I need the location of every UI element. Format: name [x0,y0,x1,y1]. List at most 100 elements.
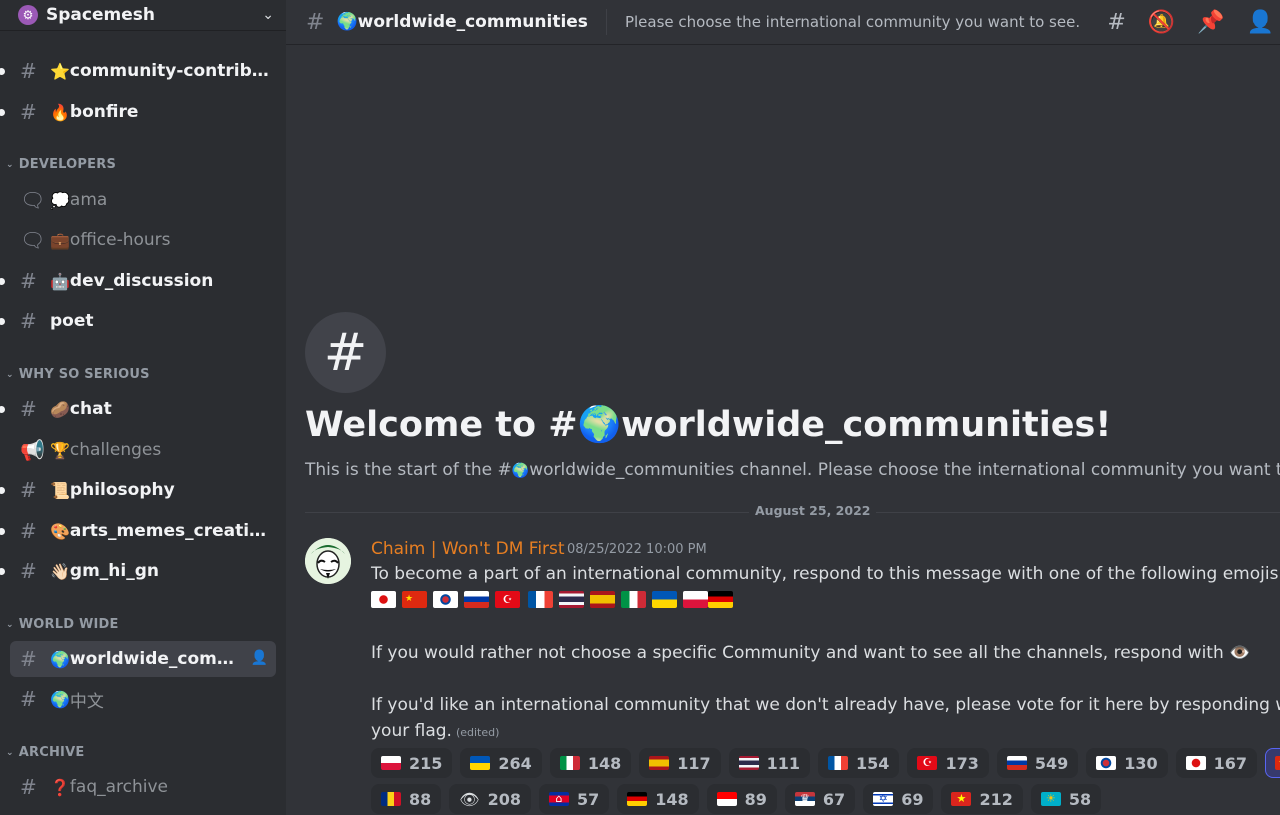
reaction-flag-ukraine[interactable]: 264 [460,748,542,778]
channel-ama[interactable]: 🗨 💭 ama [10,182,276,218]
scroll-emoji: 📜 [50,480,70,500]
text-channel-icon: # [20,309,37,333]
chevron-down-icon: ⌄ [6,369,14,380]
channel-hash-icon: # [305,312,386,393]
reaction-count: 117 [677,753,711,773]
server-header[interactable]: ⚙ Spacemesh ⌄ [0,0,286,30]
avatar[interactable] [305,538,351,584]
reaction-flag-italy[interactable]: 148 [549,748,632,778]
message-line: your flag. (edited) [371,721,499,741]
flag-china-icon: ★ [402,591,427,608]
server-icon: ⚙ [18,5,38,25]
reaction-flag-cambodia[interactable]: ⌂ 57 [538,784,610,814]
message-line: If you would rather not choose a specifi… [371,643,1250,663]
channel-name: poet [50,311,94,331]
flag-russia-icon [1006,756,1027,770]
fire-emoji: 🔥 [50,102,70,122]
reaction-count: 154 [856,753,890,773]
reaction-flag-china[interactable]: ★1816 [1265,748,1280,778]
flag-spain-icon [649,756,670,770]
text-channel-icon: # [306,9,325,35]
reaction-flag-poland[interactable]: 215 [371,748,453,778]
message-line: To become a part of an international com… [371,564,1280,584]
welcome-title-suffix: worldwide_communities! [621,405,1112,445]
chevron-down-icon: ⌄ [262,7,274,23]
chevron-down-icon: ⌄ [6,619,14,630]
pin-icon[interactable]: 📌 [1197,10,1224,35]
text-channel-icon: # [20,478,37,502]
flag-south-korea-icon [433,591,458,608]
reaction-flag-indonesia[interactable]: 89 [706,784,777,814]
flag-germany-icon [708,591,733,608]
channel-name: dev_discussion [69,271,214,291]
flag-ukraine-icon [652,591,677,608]
announcement-channel-icon: 📢 [20,438,45,462]
reaction-flag-france[interactable]: 154 [818,748,900,778]
reaction-flag-germany[interactable]: 148 [617,784,699,814]
eye-icon: 👁 [459,789,480,809]
reaction-flag-japan[interactable]: 167 [1175,748,1258,778]
channel-philosophy[interactable]: # 📜 philosophy [0,472,276,508]
reaction-flag-israel[interactable]: ✡ 69 [863,784,934,814]
reaction-bar: 215 264 148 117 111 154 ☪ 173 549 130 167… [371,748,1280,778]
category-developers[interactable]: ⌄ DEVELOPERS [6,157,116,172]
potato-emoji: 🥔 [50,399,70,419]
channel-gm-hi-gn[interactable]: # 👋🏻 gm_hi_gn [0,553,276,589]
reaction-eye[interactable]: 👁 208 [449,784,531,814]
member-list-icon[interactable]: 👤 [1247,10,1274,35]
text-channel-icon: # [20,559,37,583]
reaction-flag-spain[interactable]: 117 [639,748,721,778]
flag-thailand-icon [738,756,759,770]
threads-icon[interactable]: # [1107,10,1125,35]
waving-hand-emoji: 👋🏻 [50,561,70,581]
category-label: WORLD WIDE [18,617,119,632]
reaction-flag-turkey[interactable]: ☪ 173 [907,748,989,778]
reaction-count: 148 [587,753,622,773]
channel-chinese[interactable]: # 🌍 中文 [10,681,276,717]
channel-challenges[interactable]: 📢 🏆 challenges [10,432,276,468]
text-channel-icon: # [20,59,37,83]
channel-bonfire[interactable]: # 🔥 bonfire [0,94,276,130]
message-area: # Welcome to #🌍worldwide_communities! Th… [286,44,1280,815]
flag-spain-icon [590,591,615,608]
channel-name: gm_hi_gn [69,561,160,581]
channel-community-contributions[interactable]: # ⭐ community-contributi… [0,53,276,89]
message-timestamp[interactable]: 08/25/2022 10:00 PM [567,542,707,557]
reaction-flag-thailand[interactable]: 111 [728,748,811,778]
channel-poet[interactable]: # poet [0,303,276,339]
welcome-description: This is the start of the #🌍worldwide_com… [305,460,1280,480]
reaction-flag-vietnam[interactable]: ★ 212 [941,784,1023,814]
flag-indonesia-icon [716,792,737,806]
text-channel-icon: # [20,397,37,421]
category-world-wide[interactable]: ⌄ WORLD WIDE [6,617,119,632]
channel-dev-discussion[interactable]: # 🤖 dev_discussion [0,263,276,299]
category-why-so-serious[interactable]: ⌄ WHY SO SERIOUS [6,367,150,382]
channel-office-hours[interactable]: 🗨 💼 office-hours [10,222,276,258]
channel-name: chat [69,399,112,419]
add-user-icon[interactable]: 👤 [251,650,268,666]
reaction-flag-kazakhstan[interactable]: ☀ 58 [1030,784,1102,814]
reaction-flag-south-korea[interactable]: 130 [1086,748,1168,778]
reaction-count: 69 [901,789,924,809]
flag-thailand-icon [559,591,584,608]
text-channel-icon: # [20,100,37,124]
globe-emoji: 🌍 [50,649,70,669]
reaction-flag-serbia[interactable]: ♛ 67 [784,784,856,814]
channel-arts-memes-creations[interactable]: # 🎨 arts_memes_creations [0,513,276,549]
reaction-bar: 88 👁 208 ⌂ 57 148 89 ♛ 67 ✡ 69 ★ 212 ☀ 58 [371,784,1109,814]
unread-indicator [0,318,5,325]
reaction-flag-romania[interactable]: 88 [371,784,442,814]
eye-emoji: 👁️ [1229,643,1251,663]
reaction-flag-russia[interactable]: 549 [996,748,1079,778]
notification-muted-icon[interactable]: 🔕 [1148,10,1175,35]
channel-topic[interactable]: Please choose the international communit… [625,13,1107,31]
channel-chat[interactable]: # 🥔 chat [0,391,276,427]
channel-faq-archive[interactable]: # ❓ faq_archive [10,769,276,805]
channel-worldwide-communities[interactable]: # 🌍 worldwide_commu… 👤 [10,641,276,677]
chevron-down-icon: ⌄ [6,747,14,758]
category-archive[interactable]: ⌄ ARCHIVE [6,745,84,760]
flag-japan-icon [1185,756,1206,770]
flag-france-icon [828,756,849,770]
message-author[interactable]: Chaim | Won't DM First [371,539,565,559]
palette-emoji: 🎨 [50,521,70,541]
